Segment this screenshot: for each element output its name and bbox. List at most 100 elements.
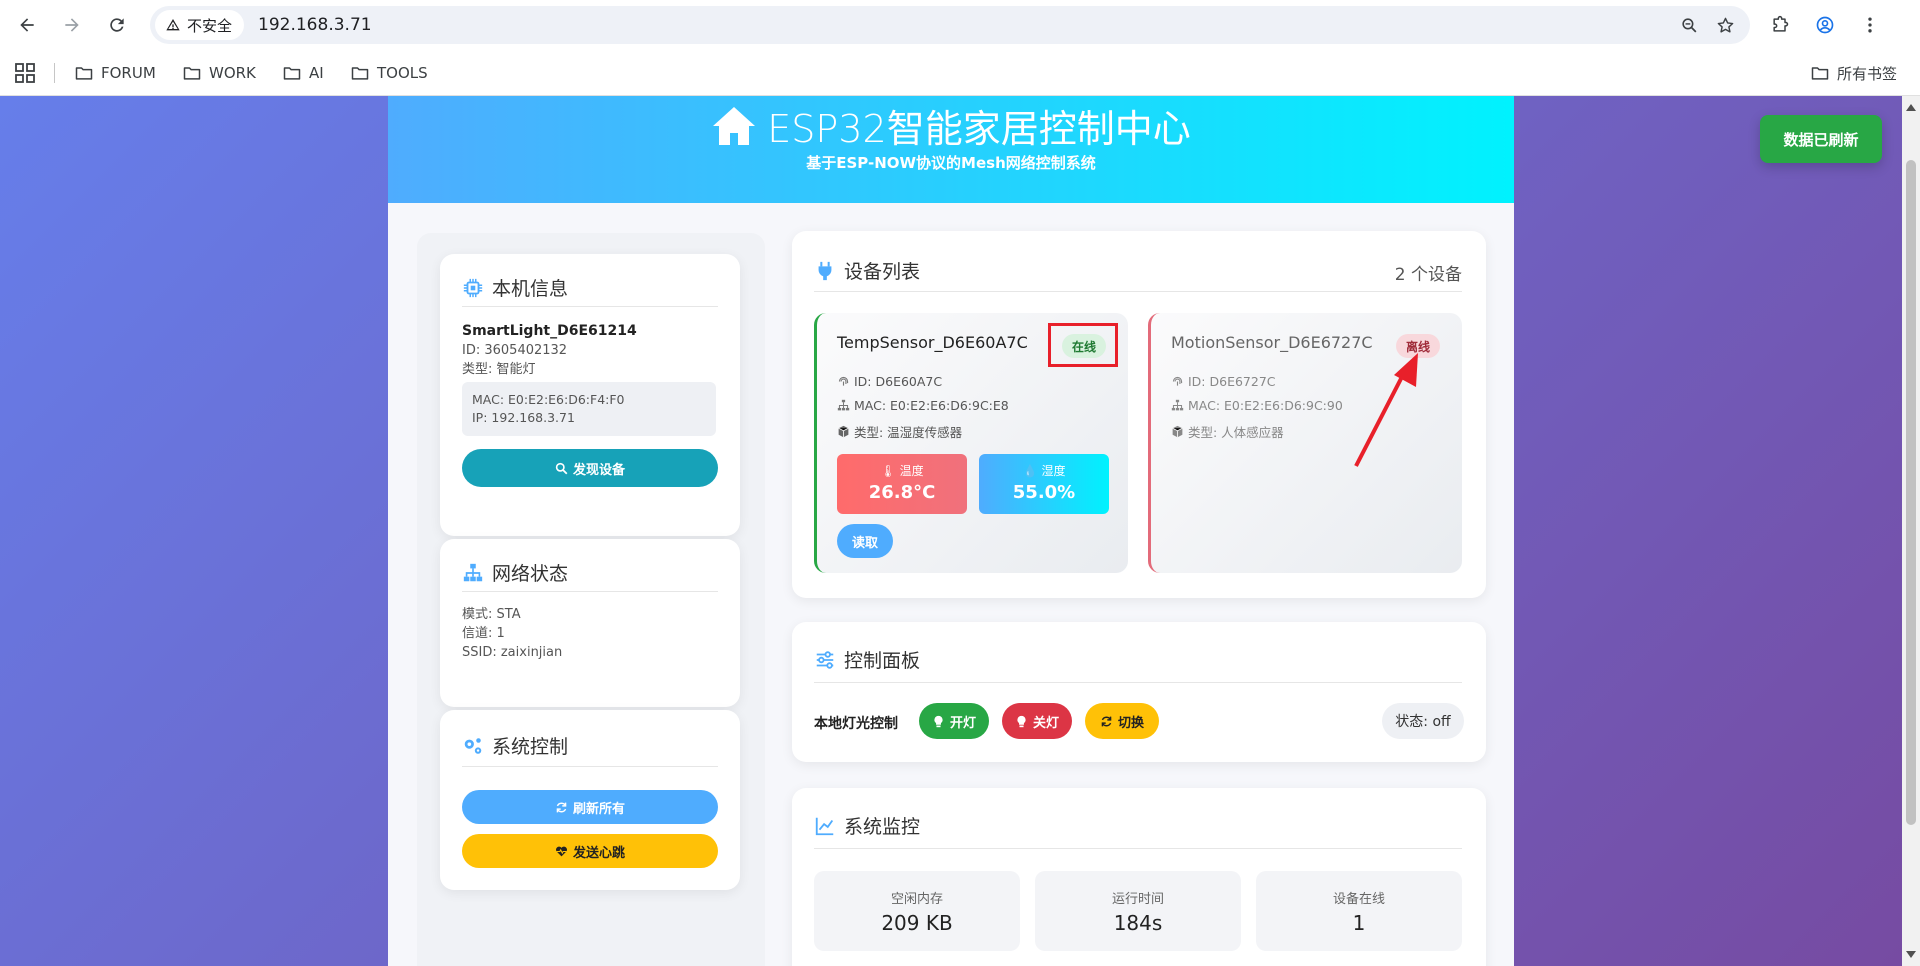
stat-free-memory: 空闲内存 209 KB — [814, 871, 1020, 951]
url-text[interactable]: 192.168.3.71 — [258, 15, 372, 35]
reload-icon — [110, 18, 124, 32]
device-list-card: 设备列表 2 个设备 TempSensor_D6E60A7C 在线 ID: D6… — [792, 231, 1486, 598]
page-title: ESP32智能家居控制中心 — [388, 98, 1514, 153]
card-divider — [814, 848, 1462, 849]
extensions-button[interactable] — [1762, 7, 1798, 43]
sync-icon — [556, 802, 567, 812]
network-status-card: 网络状态 模式: STA 信道: 1 SSID: zaixinjian — [440, 539, 740, 707]
thermometer-icon: 🌡 — [880, 463, 896, 478]
page-viewport: ESP32智能家居控制中心 基于ESP-NOW协议的Mesh网络控制系统 本机信… — [0, 96, 1902, 966]
humidity-label: 💧 湿度 — [1022, 463, 1066, 479]
card-divider — [814, 291, 1462, 292]
droplet-icon: 💧 — [1022, 463, 1038, 478]
network-icon — [1171, 399, 1184, 411]
refresh-all-button[interactable]: 刷新所有 — [462, 790, 718, 824]
bookmark-label: AI — [309, 64, 324, 82]
forward-button[interactable] — [54, 7, 90, 43]
folder-icon — [75, 67, 93, 80]
bookmark-ai[interactable]: AI — [282, 60, 324, 86]
page-scrollbar[interactable] — [1902, 96, 1920, 966]
device-card-motionsensor[interactable]: MotionSensor_D6E6727C 离线 ID: D6E6727C MA… — [1148, 313, 1462, 573]
local-device-type: 类型: 智能灯 — [462, 362, 536, 377]
local-device-id: ID: 3605402132 — [462, 343, 568, 358]
address-bar[interactable]: 不安全 192.168.3.71 — [150, 6, 1750, 44]
cube-icon — [838, 425, 849, 438]
control-panel-title: 控制面板 — [814, 646, 920, 673]
network-icon — [463, 563, 483, 581]
all-bookmarks[interactable]: 所有书签 — [1810, 60, 1897, 86]
warning-icon — [166, 19, 180, 31]
back-button[interactable] — [9, 7, 45, 43]
system-monitor-card: 系统监控 空闲内存 209 KB 运行时间 184s 设备在线 1 — [792, 788, 1486, 966]
light-toggle-button[interactable]: 切换 — [1085, 703, 1159, 739]
local-network-box: MAC: E0:E2:E6:D6:F4:F0 IP: 192.168.3.71 — [462, 382, 716, 436]
temperature-value: 26.8°C — [868, 482, 936, 503]
scroll-up-arrow[interactable] — [1906, 104, 1916, 111]
card-divider — [462, 591, 718, 592]
device-name: TempSensor_D6E60A7C — [837, 333, 1028, 352]
profile-button[interactable] — [1807, 7, 1843, 43]
read-sensor-button[interactable]: 读取 — [837, 524, 893, 558]
network-channel: 信道: 1 — [462, 626, 505, 641]
arrow-left-icon — [20, 18, 34, 32]
light-off-button[interactable]: 关灯 — [1002, 703, 1072, 739]
bookmark-label: TOOLS — [377, 64, 428, 82]
security-chip[interactable]: 不安全 — [155, 10, 245, 40]
light-on-button[interactable]: 开灯 — [919, 703, 989, 739]
browser-toolbar: 不安全 192.168.3.71 — [0, 0, 1920, 50]
annotation-highlight-box — [1048, 323, 1118, 367]
bookmark-star-button[interactable] — [1710, 10, 1740, 40]
app-container: ESP32智能家居控制中心 基于ESP-NOW协议的Mesh网络控制系统 本机信… — [388, 96, 1514, 966]
folder-icon — [283, 67, 301, 80]
folder-icon — [183, 67, 201, 80]
light-state-badge: 状态: off — [1382, 703, 1464, 739]
device-card-tempsensor[interactable]: TempSensor_D6E60A7C 在线 ID: D6E60A7C MAC:… — [814, 313, 1128, 573]
zoom-icon — [1681, 17, 1696, 32]
device-mac-row: MAC: E0:E2:E6:D6:9C:E8 — [837, 398, 1009, 413]
bookmark-forum[interactable]: FORUM — [74, 60, 156, 86]
zoom-button[interactable] — [1674, 10, 1704, 40]
annotation-arrow — [1354, 353, 1418, 467]
bookmark-tools[interactable]: TOOLS — [350, 60, 428, 86]
apps-grid-icon[interactable] — [13, 61, 37, 85]
network-icon — [837, 399, 850, 411]
network-details: 模式: STA 信道: 1 SSID: zaixinjian — [462, 605, 562, 662]
device-type-row: 类型: 人体感应器 — [1171, 422, 1284, 441]
bookmarks-separator — [54, 63, 55, 83]
menu-button[interactable] — [1852, 7, 1888, 43]
discover-devices-button[interactable]: 发现设备 — [462, 449, 718, 487]
light-control-label: 本地灯光控制 — [814, 716, 898, 732]
profile-icon — [1816, 16, 1834, 34]
device-id-row: ID: D6E60A7C — [837, 374, 942, 389]
folder-icon — [351, 67, 369, 80]
folder-icon — [1811, 67, 1829, 80]
scroll-thumb[interactable] — [1906, 160, 1916, 825]
chip-icon — [463, 278, 483, 297]
network-ssid: SSID: zaixinjian — [462, 645, 563, 660]
device-id-row: ID: D6E6727C — [1171, 374, 1276, 389]
local-ip: IP: 192.168.3.71 — [472, 410, 575, 425]
line-chart-icon — [815, 817, 834, 835]
bookmark-work[interactable]: WORK — [182, 60, 256, 86]
bookmarks-bar: FORUM WORK AI TOOLS 所有书签 — [0, 50, 1920, 96]
fingerprint-icon — [838, 376, 849, 386]
scroll-down-arrow[interactable] — [1906, 951, 1916, 958]
home-icon — [713, 106, 756, 145]
local-device-name: SmartLight_D6E61214 — [462, 323, 637, 339]
cube-icon — [1172, 425, 1183, 438]
page-title-text: ESP32智能家居控制中心 — [767, 107, 1191, 151]
stat-uptime: 运行时间 184s — [1035, 871, 1241, 951]
humidity-tile: 💧 湿度 55.0% — [979, 454, 1109, 514]
security-label: 不安全 — [187, 16, 233, 35]
bulb-icon — [934, 715, 943, 727]
stat-devices-online: 设备在线 1 — [1256, 871, 1462, 951]
send-heartbeat-button[interactable]: 发送心跳 — [462, 834, 718, 868]
control-panel-card: 控制面板 本地灯光控制 开灯 关灯 切换 状态: off — [792, 622, 1486, 762]
heartbeat-icon — [556, 846, 567, 856]
all-bookmarks-label: 所有书签 — [1837, 64, 1898, 83]
device-mac-row: MAC: E0:E2:E6:D6:9C:90 — [1171, 398, 1343, 413]
arrow-right-icon — [65, 18, 79, 32]
temperature-tile: 🌡 温度 26.8°C — [837, 454, 967, 514]
reload-button[interactable] — [99, 7, 135, 43]
fingerprint-icon — [1172, 376, 1183, 386]
